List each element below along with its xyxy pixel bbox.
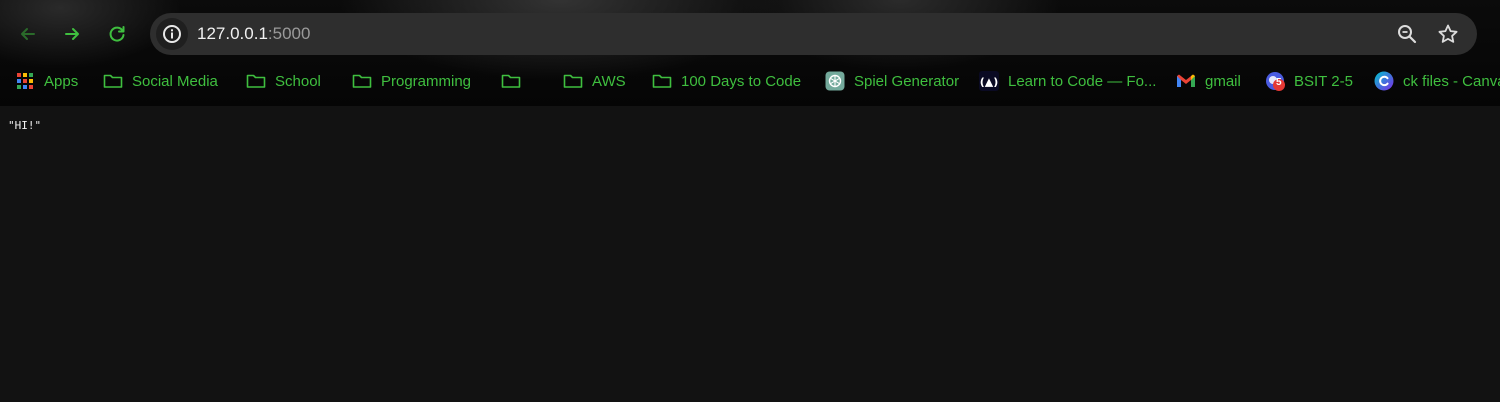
bookmark-folder-social-media[interactable]: Social Media bbox=[103, 66, 218, 96]
browser-toolbar: 127.0.0.1:5000 bbox=[0, 12, 1500, 56]
bookmark-label: AWS bbox=[592, 72, 626, 90]
badge-count: 5 bbox=[1276, 77, 1282, 88]
bookmark-folder-programming[interactable]: Programming bbox=[352, 66, 471, 96]
bookmark-label: gmail bbox=[1205, 72, 1241, 90]
reload-button[interactable] bbox=[101, 18, 133, 50]
url-text[interactable]: 127.0.0.1:5000 bbox=[197, 24, 310, 44]
badge-5-icon: 5 bbox=[1265, 71, 1285, 91]
url-host: 127.0.0.1 bbox=[197, 24, 268, 43]
site-info-button[interactable] bbox=[156, 18, 188, 50]
bookmark-label: Learn to Code — Fo... bbox=[1008, 72, 1157, 90]
bookmark-folder-aws[interactable]: AWS bbox=[563, 66, 626, 96]
bookmark-label: School bbox=[275, 72, 321, 90]
svg-text:(▲): (▲) bbox=[980, 76, 999, 89]
arrow-left-icon bbox=[21, 28, 35, 40]
bookmark-label: Apps bbox=[44, 72, 79, 90]
folder-icon bbox=[352, 71, 372, 91]
folder-icon bbox=[501, 71, 521, 91]
bookmark-folder-unnamed[interactable] bbox=[501, 66, 530, 96]
folder-icon bbox=[103, 71, 123, 91]
reload-icon bbox=[109, 26, 125, 42]
apps-grid-icon bbox=[15, 71, 35, 91]
url-port: :5000 bbox=[267, 24, 311, 43]
forward-button[interactable] bbox=[56, 18, 88, 50]
browser-chrome: 127.0.0.1:5000 Apps Social Media School … bbox=[0, 0, 1500, 106]
zoom-button[interactable] bbox=[1395, 22, 1419, 46]
bookmarks-bar: Apps Social Media School Programming AWS… bbox=[0, 66, 1500, 96]
bookmark-label: BSIT 2-5 bbox=[1294, 72, 1353, 90]
back-button[interactable] bbox=[12, 18, 44, 50]
star-icon bbox=[1438, 24, 1458, 43]
arrow-right-icon bbox=[65, 28, 79, 40]
bookmark-label: Spiel Generator bbox=[854, 72, 960, 90]
chatgpt-icon bbox=[825, 71, 845, 91]
info-icon bbox=[163, 25, 181, 43]
bookmark-gmail[interactable]: gmail bbox=[1176, 66, 1241, 96]
bookmark-label: Social Media bbox=[132, 72, 218, 90]
bookmark-star-button[interactable] bbox=[1436, 22, 1460, 46]
folder-icon bbox=[652, 71, 672, 91]
bookmark-folder-100-days[interactable]: 100 Days to Code bbox=[652, 66, 801, 96]
bookmark-folder-school[interactable]: School bbox=[246, 66, 321, 96]
folder-icon bbox=[246, 71, 266, 91]
canva-icon bbox=[1374, 71, 1394, 91]
gmail-icon bbox=[1176, 71, 1196, 91]
bookmark-label: 100 Days to Code bbox=[681, 72, 802, 90]
bookmark-label: ck files - Canva bbox=[1403, 72, 1500, 90]
zoom-icon bbox=[1398, 25, 1417, 44]
page-content-text: "HI!" bbox=[8, 119, 42, 132]
bookmark-bsit[interactable]: 5 BSIT 2-5 bbox=[1265, 66, 1353, 96]
bookmark-apps[interactable]: Apps bbox=[15, 66, 78, 96]
folder-icon bbox=[563, 71, 583, 91]
bookmark-canva[interactable]: ck files - Canva bbox=[1374, 66, 1500, 96]
bookmark-freecodecamp[interactable]: (▲) Learn to Code — Fo... bbox=[979, 66, 1156, 96]
address-bar[interactable]: 127.0.0.1:5000 bbox=[150, 13, 1477, 55]
freecodecamp-icon: (▲) bbox=[979, 71, 999, 91]
bookmark-label: Programming bbox=[381, 72, 472, 90]
bookmark-spiel-generator[interactable]: Spiel Generator bbox=[825, 66, 959, 96]
